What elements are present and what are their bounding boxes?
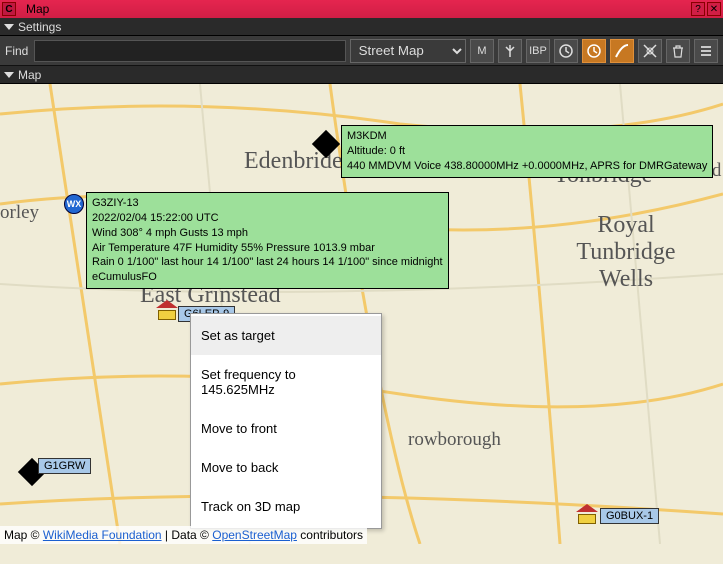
menu-button[interactable] (694, 39, 718, 63)
antenna-icon (502, 43, 518, 59)
menu-item-move-front[interactable]: Move to front (191, 409, 381, 448)
app-icon: C (2, 2, 16, 16)
map-label: Map (18, 68, 41, 82)
callsign-g1grw[interactable]: G1GRW (38, 458, 91, 474)
menu-item-move-back[interactable]: Move to back (191, 448, 381, 487)
clock-button[interactable] (554, 39, 578, 63)
callsign-g0bux[interactable]: G0BUX-1 (600, 508, 659, 524)
m-button[interactable]: M (470, 39, 494, 63)
osm-link[interactable]: OpenStreetMap (212, 528, 297, 542)
menu-icon (698, 43, 714, 59)
map-canvas[interactable]: Edenbride East Grinstead Tonbridge Royal… (0, 84, 723, 544)
window-title: Map (20, 2, 689, 16)
wx-icon: WX (64, 194, 84, 214)
help-button[interactable]: ? (691, 2, 705, 16)
house-icon (578, 510, 596, 524)
curve-icon (614, 43, 630, 59)
crosshair-icon (642, 43, 658, 59)
menu-item-set-target[interactable]: Set as target (191, 316, 381, 355)
clock-icon (558, 43, 574, 59)
house-icon (158, 306, 176, 320)
context-menu: Set as target Set frequency to 145.625MH… (190, 313, 382, 529)
info-line: Wind 308° 4 mph Gusts 13 mph (92, 226, 443, 241)
menu-item-track-3d[interactable]: Track on 3D map (191, 487, 381, 526)
diamond-icon (312, 130, 340, 158)
trash-icon (670, 43, 686, 59)
info-line: 440 MMDVM Voice 438.80000MHz +0.0000MHz,… (347, 159, 707, 174)
marker-m3kdm[interactable] (316, 134, 336, 154)
attr-mid: | Data © (162, 528, 213, 542)
chevron-down-icon (4, 24, 14, 30)
crosshair-button[interactable] (638, 39, 662, 63)
info-line: G3ZIY-13 (92, 196, 443, 211)
wikimedia-link[interactable]: WikiMedia Foundation (43, 528, 162, 542)
window-titlebar: C Map ? ✕ (0, 0, 723, 18)
info-box-g3ziy: G3ZIY-13 2022/02/04 15:22:00 UTC Wind 30… (86, 192, 449, 289)
marker-house-g0bux[interactable] (578, 510, 596, 524)
info-line: Rain 0 1/100" last hour 14 1/100" last 2… (92, 255, 443, 270)
attr-suffix: contributors (297, 528, 363, 542)
info-box-m3kdm: M3KDM Altitude: 0 ft 440 MMDVM Voice 438… (341, 125, 713, 178)
clock2-button[interactable] (582, 39, 606, 63)
marker-house-g6lep[interactable] (158, 306, 176, 320)
layer-select[interactable]: Street Map (350, 39, 466, 63)
marker-wx[interactable]: WX (64, 194, 84, 214)
map-attribution: Map © WikiMedia Foundation | Data © Open… (0, 526, 367, 544)
map-panel-header[interactable]: Map (0, 66, 723, 84)
info-line: Altitude: 0 ft (347, 144, 707, 159)
find-label: Find (5, 44, 28, 58)
info-line: eCumulusFO (92, 270, 443, 285)
chevron-down-icon (4, 72, 14, 78)
info-line: 2022/02/04 15:22:00 UTC (92, 211, 443, 226)
close-button[interactable]: ✕ (707, 2, 721, 16)
clock-icon (586, 43, 602, 59)
toolbar: Find Street Map M IBP (0, 36, 723, 66)
find-input[interactable] (34, 40, 345, 62)
info-line: M3KDM (347, 129, 707, 144)
trash-button[interactable] (666, 39, 690, 63)
settings-label: Settings (18, 20, 61, 34)
settings-panel-header[interactable]: Settings (0, 18, 723, 36)
attr-prefix: Map © (4, 528, 43, 542)
ibp-button[interactable]: IBP (526, 39, 550, 63)
info-line: Air Temperature 47F Humidity 55% Pressur… (92, 241, 443, 256)
antenna-button[interactable] (498, 39, 522, 63)
menu-item-set-frequency[interactable]: Set frequency to 145.625MHz (191, 355, 381, 409)
curve-button[interactable] (610, 39, 634, 63)
